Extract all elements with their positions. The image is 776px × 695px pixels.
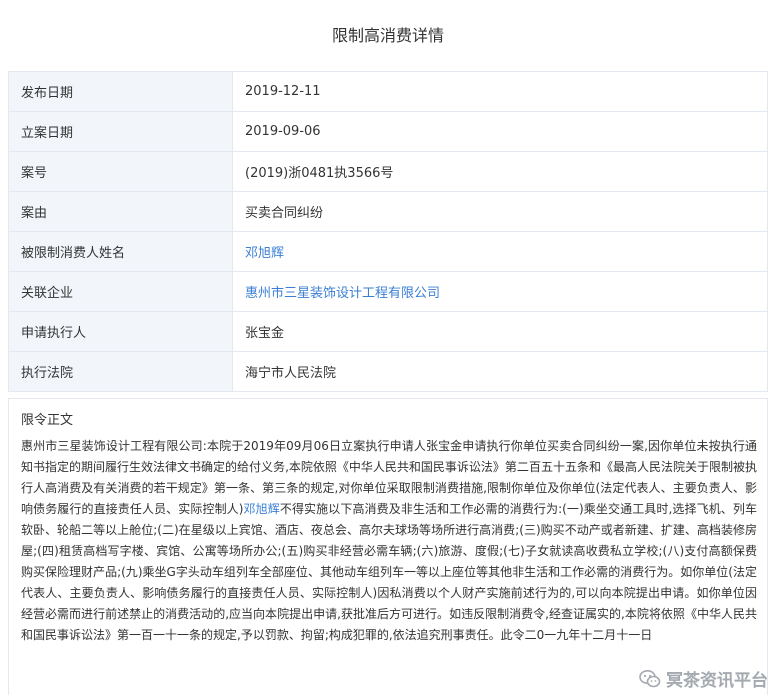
field-label: 案由	[8, 191, 233, 232]
page-title: 限制高消费详情	[331, 26, 444, 45]
field-value: 邓旭辉	[232, 231, 768, 272]
field-label: 关联企业	[8, 271, 233, 312]
field-value: 惠州市三星装饰设计工程有限公司	[232, 271, 768, 312]
field-value: 2019-09-06	[232, 111, 768, 152]
restricted-person-link[interactable]: 邓旭辉	[245, 246, 284, 261]
field-label: 执行法院	[8, 351, 233, 392]
field-label: 发布日期	[8, 71, 233, 112]
notice-label: 限令正文	[21, 413, 74, 428]
notice-person-link[interactable]: 邓旭辉	[243, 502, 279, 516]
field-label: 案号	[8, 151, 233, 192]
wechat-icon	[639, 669, 661, 687]
watermark: 冥茶资讯平台	[638, 666, 768, 691]
field-value: 海宁市人民法院	[232, 351, 768, 392]
table-row: 发布日期 2019-12-11	[8, 71, 768, 112]
field-value: 2019-12-11	[232, 71, 768, 112]
table-row: 执行法院 海宁市人民法院	[8, 351, 768, 392]
watermark-text: 冥茶资讯平台	[666, 671, 768, 691]
field-value: 张宝金	[232, 311, 768, 352]
related-company-link[interactable]: 惠州市三星装饰设计工程有限公司	[245, 286, 440, 301]
table-row: 立案日期 2019-09-06	[8, 111, 768, 152]
field-value: (2019)浙0481执3566号	[232, 151, 768, 192]
notice-company-name: 惠州市三星装饰设计工程有限公司	[21, 439, 203, 453]
field-value: 买卖合同纠纷	[232, 191, 768, 232]
table-row: 申请执行人 张宝金	[8, 311, 768, 352]
table-row: 案号 (2019)浙0481执3566号	[8, 151, 768, 192]
notice-text-part-2: 不得实施以下高消费及非生活和工作必需的消费行为:(一)乘坐交通工具时,选择飞机、…	[21, 502, 757, 642]
restriction-notice: 限令正文 惠州市三星装饰设计工程有限公司:本院于2019年09月06日立案执行申…	[8, 398, 768, 695]
notice-body: 惠州市三星装饰设计工程有限公司:本院于2019年09月06日立案执行申请人张宝金…	[21, 436, 757, 646]
field-label: 立案日期	[8, 111, 233, 152]
field-label: 申请执行人	[8, 311, 233, 352]
table-row: 关联企业 惠州市三星装饰设计工程有限公司	[8, 271, 768, 312]
table-row: 被限制消费人姓名 邓旭辉	[8, 231, 768, 272]
field-label: 被限制消费人姓名	[8, 231, 233, 272]
detail-table: 发布日期 2019-12-11 立案日期 2019-09-06 案号 (2019…	[8, 71, 768, 392]
table-row: 案由 买卖合同纠纷	[8, 191, 768, 232]
